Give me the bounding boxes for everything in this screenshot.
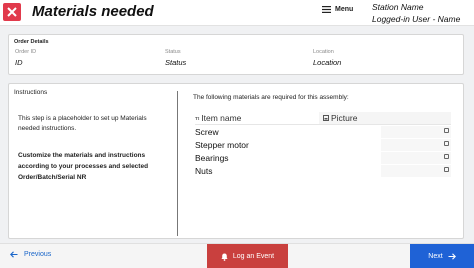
table-row[interactable]: Screw	[195, 125, 451, 138]
instructions-text: This step is a placeholder to set up Mat…	[18, 115, 147, 132]
arrow-right-icon	[448, 253, 456, 260]
column-header-label: Item name	[201, 113, 242, 123]
column-header-label: Picture	[331, 113, 358, 123]
order-details-heading: Order Details	[14, 39, 49, 45]
station-name: Station Name	[372, 2, 424, 12]
image-placeholder-icon	[444, 127, 449, 133]
next-label: Next	[428, 253, 443, 260]
menu-button[interactable]: Menu	[322, 6, 353, 13]
material-name: Nuts	[195, 165, 213, 176]
picture-cell	[381, 151, 451, 164]
order-id-field: Order ID ID	[15, 49, 36, 67]
material-name: Stepper motor	[195, 139, 249, 150]
tulip-logo-icon	[3, 3, 21, 21]
status-label: Status	[165, 49, 181, 55]
location-label: Location	[313, 49, 334, 55]
previous-label: Previous	[24, 251, 52, 258]
location-field: Location Location	[313, 49, 341, 67]
material-name: Screw	[195, 126, 219, 137]
arrow-left-icon	[10, 251, 18, 258]
materials-table: Tt Item name Picture Screw Stepper motor…	[195, 112, 451, 177]
instructions-customize-text: Customize the materials and instructions…	[18, 152, 149, 181]
picture-cell	[381, 125, 451, 138]
table-header: Tt Item name Picture	[195, 112, 451, 125]
table-row[interactable]: Stepper motor	[195, 138, 451, 151]
location-value: Location	[313, 58, 342, 67]
image-placeholder-icon	[444, 153, 449, 159]
station-info: Station Name Logged-in User - Name	[372, 1, 460, 25]
previous-button[interactable]: Previous	[10, 251, 51, 258]
vertical-divider	[177, 91, 178, 236]
material-name: Bearings	[195, 152, 229, 163]
footer-bar: Previous Log an Event Next	[0, 243, 474, 268]
instructions-heading: Instructions	[14, 89, 48, 96]
status-value: Status	[165, 58, 187, 67]
next-button[interactable]: Next	[410, 244, 474, 268]
log-event-label: Log an Event	[232, 253, 275, 260]
order-details-panel: Order Details Order ID ID Status Status …	[8, 34, 464, 75]
page-title: Materials needed	[32, 3, 154, 20]
table-row[interactable]: Bearings	[195, 151, 451, 164]
column-header-picture[interactable]: Picture	[319, 112, 451, 124]
image-icon	[323, 115, 329, 121]
log-event-button[interactable]: Log an Event	[207, 244, 288, 268]
bell-icon	[221, 253, 228, 261]
materials-heading: The following materials are required for…	[193, 94, 349, 101]
picture-cell	[381, 138, 451, 151]
app-header: Materials needed Menu Station Name Logge…	[0, 0, 474, 26]
logged-in-user: Logged-in User - Name	[372, 14, 461, 24]
picture-cell	[381, 164, 451, 177]
menu-label: Menu	[335, 6, 354, 13]
text-type-icon: Tt	[195, 115, 200, 121]
content-panel: Instructions This step is a placeholder …	[8, 83, 464, 239]
column-header-item-name[interactable]: Tt Item name	[195, 113, 319, 123]
image-placeholder-icon	[444, 140, 449, 146]
status-field: Status Status	[165, 49, 186, 67]
table-row[interactable]: Nuts	[195, 164, 451, 177]
order-id-label: Order ID	[15, 49, 37, 55]
image-placeholder-icon	[444, 166, 449, 172]
order-id-value: ID	[15, 58, 23, 67]
hamburger-icon	[322, 6, 331, 13]
